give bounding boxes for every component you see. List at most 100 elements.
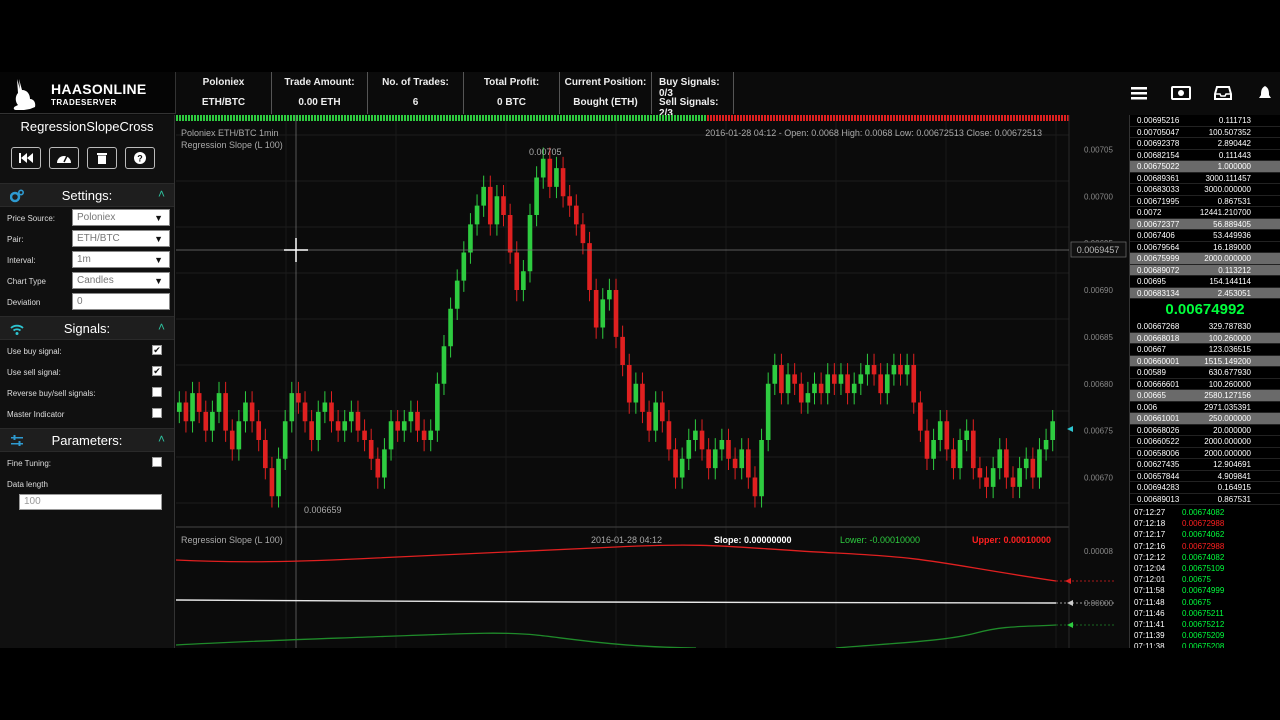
bid-row[interactable]: 0.00694283 0.164915 [1130, 482, 1280, 494]
deviation-input[interactable]: 0 [72, 293, 170, 310]
signals-header[interactable]: Signals: ˄ [0, 316, 174, 340]
checkbox-checked[interactable]: ✔ [152, 366, 162, 376]
bid-row[interactable]: 0.00627435 12.904691 [1130, 459, 1280, 471]
ask-row[interactable]: 0.00689361 3000.111457 [1130, 173, 1280, 184]
signal-tick [857, 115, 859, 121]
ask-row[interactable]: 0.00671995 0.867531 [1130, 196, 1280, 207]
signal-tick [341, 115, 343, 121]
ask-row[interactable]: 0.00689072 0.113212 [1130, 264, 1280, 276]
bid-row[interactable]: 0.00661001 250.000000 [1130, 413, 1280, 425]
chart-type-select[interactable]: Candles ▼ [72, 272, 170, 289]
bid-row[interactable]: 0.00660001 1515.149200 [1130, 355, 1280, 367]
candle-body [600, 299, 606, 328]
signal-tick [524, 115, 526, 121]
ask-row[interactable]: 0.00682154 0.111443 [1130, 150, 1280, 161]
signal-tick [806, 115, 808, 121]
pair-select[interactable]: ETH/BTC ▼ [72, 230, 170, 247]
trade-row: 07:11:38 0.00675208 [1130, 641, 1280, 648]
low-label: 0.006659 [304, 505, 342, 515]
signal-tick [986, 115, 988, 121]
signal-tick [953, 115, 955, 121]
collapse-chevron-icon[interactable]: ˄ [158, 320, 165, 334]
bid-row[interactable]: 0.00666601 100.260000 [1130, 379, 1280, 390]
trade-price: 0.00675212 [1182, 619, 1225, 629]
ask-row[interactable]: 0.00675022 1.000000 [1130, 161, 1280, 173]
bid-row[interactable]: 0.00589 630.677930 [1130, 367, 1280, 379]
data-length-input[interactable]: 100 [19, 494, 162, 510]
bid-row[interactable]: 0.00667268 329.787830 [1130, 321, 1280, 333]
signal-tick [980, 115, 982, 121]
collapse-chevron-icon[interactable]: ˄ [158, 432, 165, 446]
order-amount: 100.260000 [1208, 379, 1251, 389]
trade-row: 07:12:18 0.00672988 [1130, 518, 1280, 529]
signal-tick [416, 115, 418, 121]
signal-tick [686, 115, 688, 121]
menu-icon[interactable] [1128, 82, 1150, 104]
bid-row[interactable]: 0.00668026 20.000000 [1130, 425, 1280, 436]
ask-row[interactable]: 0.00705047 100.507352 [1130, 127, 1280, 138]
signal-tick [344, 115, 346, 121]
signal-tick [569, 115, 571, 121]
parameters-header[interactable]: Parameters: ˄ [0, 428, 174, 452]
checkbox-unchecked[interactable] [152, 408, 162, 418]
signal-tick [287, 115, 289, 121]
trade-time: 07:11:46 [1134, 608, 1165, 618]
help-button[interactable]: ? [125, 147, 155, 169]
brand-logo[interactable]: HAASONLINE TRADESERVER [0, 72, 176, 114]
delete-button[interactable] [87, 147, 117, 169]
bid-row[interactable]: 0.00667 123.036515 [1130, 344, 1280, 356]
signal-tick [731, 115, 733, 121]
candle-body [1004, 449, 1009, 478]
candle-body [779, 365, 784, 394]
ask-row[interactable]: 0.00675999 2000.000000 [1130, 253, 1280, 265]
ask-row[interactable]: 0.00683134 2.453051 [1130, 287, 1280, 299]
bid-row[interactable]: 0.00668018 100.260000 [1130, 332, 1280, 344]
stat-profit: Total Profit: 0 BTC [464, 72, 560, 114]
checkbox-unchecked[interactable] [152, 457, 162, 467]
candle-body [368, 440, 374, 459]
signal-tick [509, 115, 511, 121]
signal-tick [956, 115, 958, 121]
interval-select[interactable]: 1m ▼ [72, 251, 170, 268]
bid-row[interactable]: 0.00665 2580.127156 [1130, 390, 1280, 402]
bid-row[interactable]: 0.00658006 2000.000000 [1130, 448, 1280, 459]
signal-tick [782, 115, 784, 121]
ask-row[interactable]: 0.00672377 56.889405 [1130, 218, 1280, 230]
ask-row[interactable]: 0.00692378 2.890442 [1130, 138, 1280, 150]
ask-row[interactable]: 0.00695 154.144114 [1130, 276, 1280, 288]
ask-row[interactable]: 0.00679564 16.189000 [1130, 242, 1280, 253]
bell-icon[interactable] [1254, 82, 1276, 104]
upper-value: Upper: 0.00010000 [972, 535, 1051, 545]
bid-row[interactable]: 0.00660522 2000.000000 [1130, 436, 1280, 448]
signal-tick [185, 115, 187, 121]
trade-row: 07:11:41 0.00675212 [1130, 619, 1280, 630]
bid-row[interactable]: 0.00657844 4.909841 [1130, 471, 1280, 482]
trade-time: 07:11:39 [1134, 631, 1165, 641]
signal-tick [1025, 115, 1027, 121]
trade-time: 07:12:18 [1134, 519, 1166, 529]
ask-row[interactable]: 0.0067406 53.449936 [1130, 230, 1280, 242]
bid-row[interactable]: 0.006 2971.035391 [1130, 402, 1280, 413]
ask-row[interactable]: 0.00683033 3000.000000 [1130, 184, 1280, 196]
signal-tick [566, 115, 568, 121]
ask-row[interactable]: 0.0072 12441.210700 [1130, 207, 1280, 219]
signal-tick [893, 115, 895, 121]
money-icon[interactable] [1170, 82, 1192, 104]
price-source-select[interactable]: Poloniex ▼ [72, 209, 170, 226]
order-amount: 0.867531 [1217, 494, 1251, 504]
inbox-icon[interactable] [1212, 82, 1234, 104]
dashboard-button[interactable] [49, 147, 79, 169]
collapse-chevron-icon[interactable]: ˄ [158, 187, 165, 201]
sidebar: RegressionSlopeCross ? Settings: ˄ Price… [0, 115, 175, 648]
signal-tick [203, 115, 205, 121]
settings-header[interactable]: Settings: ˄ [0, 183, 174, 207]
bid-row[interactable]: 0.00689013 0.867531 [1130, 494, 1280, 505]
ask-row[interactable]: 0.00695216 0.111713 [1130, 115, 1280, 127]
rewind-button[interactable] [11, 147, 41, 169]
signal-tick [695, 115, 697, 121]
checkbox-unchecked[interactable] [152, 387, 162, 397]
price-chart[interactable]: 0.007050.007000.006950.006900.006850.006… [176, 115, 1129, 648]
checkbox-checked[interactable]: ✔ [152, 345, 162, 355]
signal-tick [434, 115, 436, 121]
trade-price: 0.00674082 [1182, 508, 1225, 517]
